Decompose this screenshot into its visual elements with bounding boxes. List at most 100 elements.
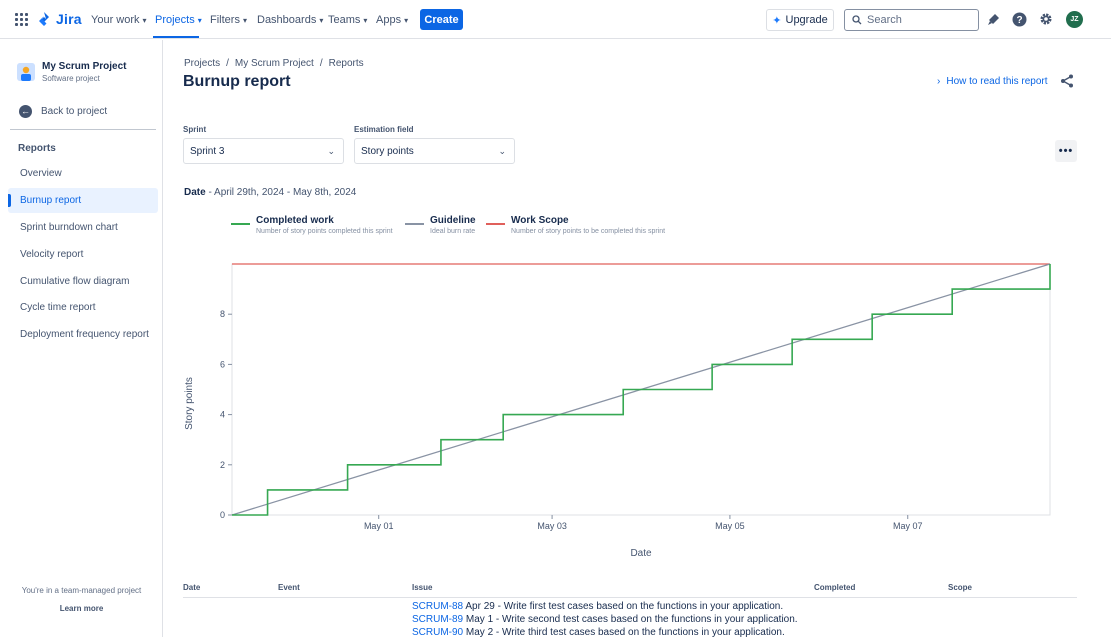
date-range: Date - April 29th, 2024 - May 8th, 2024	[184, 187, 356, 198]
upgrade-button[interactable]: ✦ Upgrade	[766, 9, 834, 31]
x-tick-label: May 07	[893, 521, 923, 531]
sprint-select[interactable]: Sprint 3 ⌄	[183, 138, 344, 164]
x-tick-label: May 03	[537, 521, 567, 531]
notifications-icon[interactable]	[985, 11, 1001, 27]
legend-swatch	[405, 223, 424, 225]
y-tick-label: 0	[220, 510, 225, 520]
how-to-read-label: How to read this report	[946, 76, 1048, 87]
chevron-down-icon: ▾	[142, 15, 147, 25]
table-row: SCRUM-89 May 1 - Write second test cases…	[412, 614, 798, 625]
table-header-divider	[183, 597, 1077, 598]
chevron-down-icon: ▾	[319, 15, 324, 25]
breadcrumb: Projects / My Scrum Project / Reports	[184, 58, 364, 69]
issue-summary: May 1 - Write second test cases based on…	[463, 614, 798, 625]
team-managed-note: You're in a team-managed project	[21, 586, 142, 595]
sidebar-item-overview[interactable]: Overview	[8, 161, 158, 186]
arrow-left-icon: ←	[19, 105, 32, 118]
sidebar-divider	[10, 129, 156, 130]
nav-dashboards-label: Dashboards	[257, 14, 317, 26]
how-to-read-link[interactable]: › How to read this report	[937, 76, 1048, 87]
legend-swatch	[231, 223, 250, 225]
create-button[interactable]: Create	[420, 9, 463, 30]
jira-wordmark: Jira	[56, 11, 82, 27]
table-header-event: Event	[278, 583, 300, 592]
chevron-down-icon: ▾	[404, 15, 409, 25]
nav-your-work-label: Your work	[91, 14, 140, 26]
sidebar-item-deployment-frequency[interactable]: Deployment frequency report	[8, 322, 158, 347]
issue-key-link[interactable]: SCRUM-88	[412, 601, 463, 612]
back-to-project-label: Back to project	[41, 106, 108, 117]
svg-text:?: ?	[1016, 15, 1022, 26]
breadcrumb-reports[interactable]: Reports	[329, 58, 364, 69]
nav-projects-label: Projects	[155, 14, 195, 26]
y-tick-label: 8	[220, 309, 225, 319]
table-header-issue: Issue	[412, 583, 433, 592]
nav-filters-label: Filters	[210, 14, 240, 26]
sprint-label: Sprint	[183, 125, 207, 134]
breadcrumb-separator: /	[226, 58, 229, 69]
project-avatar	[17, 63, 35, 81]
more-actions-button[interactable]: •••	[1055, 140, 1077, 162]
y-tick-label: 4	[220, 410, 225, 420]
chevron-right-icon: ›	[937, 76, 941, 87]
table-header-date: Date	[183, 583, 201, 592]
legend-title: Completed work	[256, 215, 334, 226]
jira-logo[interactable]: Jira	[37, 11, 82, 27]
search-input[interactable]: Search	[844, 9, 979, 31]
sidebar-item-velocity[interactable]: Velocity report	[8, 242, 158, 267]
learn-more-link[interactable]: Learn more	[0, 604, 163, 613]
app-switcher-icon[interactable]	[15, 13, 28, 26]
legend-title: Work Scope	[511, 215, 569, 226]
nav-your-work[interactable]: Your work ▾	[91, 14, 147, 26]
breadcrumb-project[interactable]: My Scrum Project	[235, 58, 314, 69]
y-axis-label: Story points	[184, 377, 195, 430]
chevron-down-icon: ▾	[197, 15, 202, 25]
x-tick-label: May 01	[364, 521, 394, 531]
breadcrumb-projects[interactable]: Projects	[184, 58, 220, 69]
upgrade-label: Upgrade	[785, 14, 828, 26]
sidebar-item-sprint-burndown[interactable]: Sprint burndown chart	[8, 215, 158, 240]
page-title: Burnup report	[183, 73, 291, 90]
issue-summary: Apr 29 - Write first test cases based on…	[463, 601, 784, 612]
nav-dashboards[interactable]: Dashboards ▾	[257, 14, 323, 26]
chevron-down-icon: ⌄	[327, 145, 335, 156]
project-avatar-icon	[17, 63, 35, 81]
sidebar-item-cumulative-flow[interactable]: Cumulative flow diagram	[8, 269, 158, 294]
table-header-completed: Completed	[814, 583, 856, 592]
chevron-down-icon: ▾	[363, 15, 368, 25]
legend-description: Number of story points completed this sp…	[256, 228, 393, 235]
nav-apps[interactable]: Apps ▾	[376, 14, 408, 26]
issue-key-link[interactable]: SCRUM-90	[412, 627, 463, 637]
nav-teams[interactable]: Teams ▾	[328, 14, 367, 26]
x-axis-label: Date	[630, 548, 652, 559]
share-icon[interactable]	[1059, 73, 1075, 89]
settings-gear-icon[interactable]	[1038, 11, 1054, 27]
burnup-chart: 0 2 4 6 8 May 01 May 03 May 05 May 07 Date Story p…	[184, 263, 1051, 559]
sidebar-item-burnup-report[interactable]: Burnup report	[8, 188, 158, 213]
project-name[interactable]: My Scrum Project	[42, 61, 126, 72]
legend-description: Ideal burn rate	[430, 228, 476, 235]
estimation-field-select[interactable]: Story points ⌄	[354, 138, 515, 164]
back-to-project-link[interactable]: ← Back to project	[19, 105, 107, 118]
issue-key-link[interactable]: SCRUM-89	[412, 614, 463, 625]
date-range-label: Date	[184, 187, 206, 198]
user-avatar[interactable]: JZ	[1066, 11, 1083, 28]
nav-teams-label: Teams	[328, 14, 361, 26]
chevron-down-icon: ⌄	[498, 145, 506, 156]
project-type: Software project	[42, 74, 100, 83]
nav-projects[interactable]: Projects ▾	[155, 14, 202, 26]
help-icon[interactable]: ?	[1011, 11, 1027, 27]
estimation-select-value: Story points	[361, 145, 414, 157]
nav-filters[interactable]: Filters ▾	[210, 14, 247, 26]
search-icon	[852, 15, 862, 25]
legend-description: Number of story points to be completed t…	[511, 228, 666, 235]
table-row: SCRUM-88 Apr 29 - Write first test cases…	[412, 601, 783, 612]
sparkle-icon: ✦	[772, 14, 782, 27]
sprint-select-value: Sprint 3	[190, 145, 225, 157]
chevron-down-icon: ▾	[242, 15, 247, 25]
x-tick-label: May 05	[715, 521, 745, 531]
sidebar-item-cycle-time[interactable]: Cycle time report	[8, 295, 158, 320]
date-range-value: - April 29th, 2024 - May 8th, 2024	[205, 187, 357, 198]
top-navigation: Jira Your work ▾ Projects ▾ Filters ▾ Dashb…	[0, 0, 1111, 39]
table-header-scope: Scope	[948, 583, 973, 592]
